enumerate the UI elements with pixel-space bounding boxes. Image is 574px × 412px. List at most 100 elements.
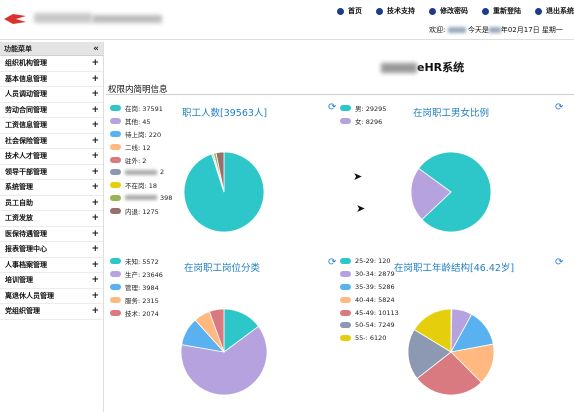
expand-icon[interactable]: + (91, 120, 99, 130)
legend-swatch (110, 283, 121, 290)
nav-logout[interactable]: 退出系统 (535, 6, 574, 16)
sidebar-item-label: 基本信息管理 (5, 74, 47, 83)
legend-item[interactable]: 驻外: 2 (110, 153, 172, 166)
nav-change-password[interactable]: 修改密码 (429, 6, 468, 16)
sidebar-item[interactable]: 基本信息管理 + (0, 72, 103, 87)
legend-swatch (110, 169, 121, 176)
expand-icon[interactable]: + (91, 136, 99, 146)
legend-item[interactable]: 45-49: 10113 (340, 306, 399, 319)
sidebar-item[interactable]: 系统管理 + (0, 180, 103, 196)
sidebar-item[interactable]: 技术人才管理 + (0, 149, 103, 165)
legend-item[interactable]: 生产: 23646 (110, 268, 163, 281)
sidebar-item[interactable]: 人员调动管理 + (0, 87, 103, 103)
mouse-cursor-2: ➤ (356, 202, 366, 215)
legend-item[interactable]: 其他: 45 (110, 115, 172, 128)
legend-swatch (110, 271, 121, 278)
refresh-icon[interactable]: ⟳ (328, 102, 336, 113)
legend-item[interactable]: 50-54: 7249 (340, 319, 399, 332)
legend-label: 技术: 2074 (125, 309, 159, 318)
expand-icon[interactable]: + (91, 275, 99, 285)
expand-icon[interactable]: + (91, 244, 99, 254)
nav-support[interactable]: 技术支持 (376, 6, 415, 16)
legend-item[interactable]: 55-: 6120 (340, 332, 399, 345)
legend-item[interactable]: 服务: 2315 (110, 293, 163, 306)
sidebar-item[interactable]: 员工自助 + (0, 196, 103, 211)
legend-item[interactable]: 二线: 12 (110, 140, 172, 153)
sidebar-item[interactable]: 组织机构管理 + (0, 56, 103, 72)
legend-item[interactable]: 398 (110, 192, 172, 205)
sidebar-item[interactable]: 离退休人员管理 + (0, 289, 103, 304)
legend-item[interactable]: 2 (110, 166, 172, 179)
sidebar-item[interactable]: 劳动合同管理 + (0, 103, 103, 118)
legend-item[interactable]: 不在岗: 18 (110, 179, 172, 192)
expand-icon[interactable]: + (91, 229, 99, 239)
legend-item[interactable]: 管理: 3984 (110, 281, 163, 294)
legend-swatch (110, 182, 121, 189)
legend-item[interactable]: 25-29: 120 (340, 255, 399, 268)
sidebar-item[interactable]: 人事档案管理 + (0, 258, 103, 273)
sidebar-item[interactable]: 党组织管理 + (0, 304, 103, 320)
expand-icon[interactable]: + (91, 167, 99, 177)
expand-icon[interactable]: + (91, 151, 99, 161)
legend-item[interactable]: 40-44: 5824 (340, 293, 399, 306)
refresh-icon[interactable]: ⟳ (555, 102, 563, 113)
sidebar-item[interactable]: 工资信息管理 + (0, 118, 103, 134)
legend-label: 服务: 2315 (125, 296, 159, 305)
legend-label: 管理: 3984 (125, 283, 159, 292)
refresh-icon[interactable]: ⟳ (328, 257, 336, 268)
expand-icon[interactable]: + (91, 291, 99, 301)
legend-item[interactable]: 男: 29295 (340, 102, 386, 115)
expand-icon[interactable]: + (91, 260, 99, 270)
welcome-suffix: 今天是 (467, 26, 489, 34)
sidebar-title: 功能菜单 « (0, 42, 103, 56)
expand-icon[interactable]: + (91, 74, 99, 84)
legend-label: 内退: 1275 (125, 207, 159, 216)
legend-label-blurred (125, 169, 157, 175)
refresh-icon[interactable]: ⟳ (555, 257, 563, 268)
legend-label: 45-49: 10113 (355, 308, 399, 317)
legend-item[interactable]: 35-39: 5286 (340, 281, 399, 294)
expand-icon[interactable]: + (91, 89, 99, 99)
legend-item[interactable]: 在岗: 37591 (110, 102, 172, 115)
chart-legend: 未知: 5572 生产: 23646 管理: 3984 服务: 2315 技术: 207… (110, 255, 163, 319)
sidebar-item[interactable]: 领导干部管理 + (0, 165, 103, 180)
sidebar-item-label: 工资信息管理 (5, 121, 47, 130)
collapse-icon[interactable]: « (93, 44, 99, 54)
sidebar-item[interactable]: 工资发放 + (0, 211, 103, 227)
legend-item[interactable]: 技术: 2074 (110, 306, 163, 319)
app-window: 首页 技术支持 修改密码 重新登陆 退出系统 欢迎: 今天是 年02月17日 星期… (0, 0, 574, 412)
legend-item[interactable]: 未知: 5572 (110, 255, 163, 268)
nav-home[interactable]: 首页 (337, 6, 362, 16)
nav-relogin[interactable]: 重新登陆 (482, 6, 521, 16)
chart-title: 在岗职工岗位分类 (184, 263, 261, 274)
sidebar-item[interactable]: 培训管理 + (0, 273, 103, 289)
legend-item[interactable]: 女: 8296 (340, 115, 386, 128)
legend-item[interactable]: 30-34: 2879 (340, 268, 399, 281)
legend-swatch (110, 207, 121, 214)
chart-legend: 男: 29295 女: 8296 (340, 102, 386, 128)
home-icon (337, 7, 344, 15)
legend-swatch (340, 335, 351, 342)
expand-icon[interactable]: + (91, 198, 99, 208)
expand-icon[interactable]: + (91, 182, 99, 192)
main-content: eHR系统 权限内简明信息 职工人数[39563人] ⟳ 在岗: 37591 其他: … (106, 42, 574, 412)
expand-icon[interactable]: + (91, 213, 99, 223)
nav-change-password-label: 修改密码 (440, 7, 468, 15)
legend-swatch (340, 271, 351, 278)
expand-icon[interactable]: + (91, 58, 99, 68)
sidebar-menu: 功能菜单 « 组织机构管理 + 基本信息管理 + 人员调动管理 + 劳动合同管理 + 工资信息管… (0, 42, 104, 412)
sidebar-item[interactable]: 医保待遇管理 + (0, 227, 103, 242)
sidebar-item[interactable]: 报表管理中心 + (0, 242, 103, 258)
welcome-text: 欢迎: 今天是 年02月17日 星期一 (429, 25, 563, 35)
sidebar-item-label: 组织机构管理 (5, 59, 47, 68)
system-title-label: eHR系统 (417, 61, 465, 74)
expand-icon[interactable]: + (91, 105, 99, 115)
relogin-icon (482, 7, 489, 15)
expand-icon[interactable]: + (91, 306, 99, 316)
sidebar-item-label: 系统管理 (5, 183, 33, 192)
sidebar-item[interactable]: 社会保险管理 + (0, 134, 103, 149)
legend-label-blurred (125, 195, 157, 201)
pie-chart-svg (407, 308, 495, 396)
legend-item[interactable]: 内退: 1275 (110, 204, 172, 217)
legend-item[interactable]: 待上岗: 220 (110, 128, 172, 141)
